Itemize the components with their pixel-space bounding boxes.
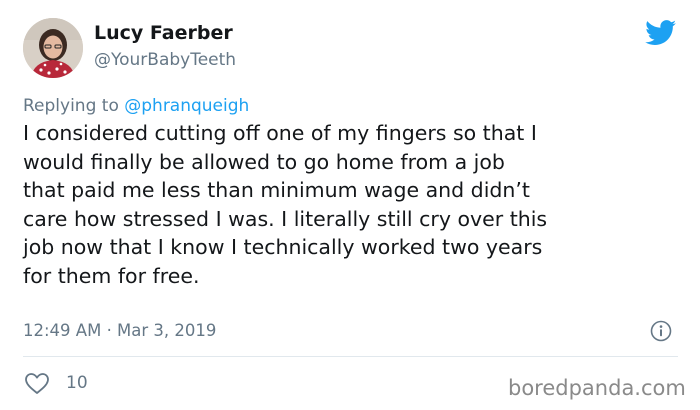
divider (23, 356, 678, 357)
tweet-line: that paid me less than minimum wage and … (23, 178, 530, 202)
tweet-line: would finally be allowed to go home from… (23, 149, 505, 174)
like-count: 10 (66, 373, 88, 393)
heart-icon (25, 373, 49, 394)
tweet-line: I considered cutting off one of my finge… (23, 121, 537, 145)
watermark: boredpanda.com (508, 376, 686, 400)
tweet-line: for them for free. (23, 263, 200, 288)
avatar-photo (23, 18, 83, 78)
tweet-timestamp[interactable]: 12:49 AM · Mar 3, 2019 (23, 321, 216, 340)
author-handle[interactable]: @YourBabyTeeth (94, 50, 236, 70)
reply-mention-link[interactable]: @phranqueigh (124, 96, 249, 116)
twitter-bird-icon[interactable] (645, 20, 677, 46)
tweet-line: job now that I know I technically worked… (23, 235, 543, 259)
reply-prefix: Replying to (23, 96, 125, 116)
info-icon[interactable] (650, 320, 672, 342)
reply-context: Replying to @phranqueigh (23, 96, 249, 116)
author-display-name[interactable]: Lucy Faerber (94, 22, 233, 44)
avatar[interactable] (23, 18, 83, 78)
tweet-text: I considered cutting off one of my finge… (23, 119, 683, 290)
tweet-line: care how stressed I was. I literally sti… (23, 206, 548, 231)
